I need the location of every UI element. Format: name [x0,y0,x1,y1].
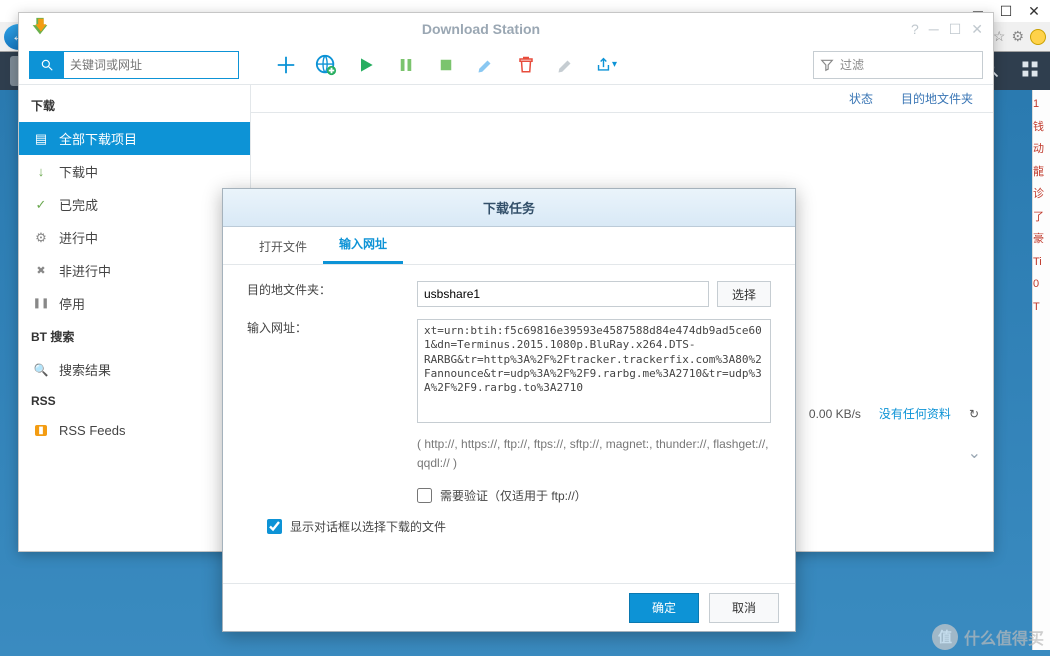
download-task-dialog: 下载任务 打开文件 输入网址 目的地文件夹： 选择 输入网址： xt=urn:b… [222,188,796,632]
close-button[interactable]: ✕ [1020,1,1048,21]
start-button[interactable] [355,54,377,76]
tab-open-file[interactable]: 打开文件 [243,229,323,264]
page-icon: ▤ [33,131,49,147]
sidebar-rss-header: RSS [19,386,250,416]
chevron-down-icon[interactable]: ⌄ [968,443,981,463]
cancel-button[interactable]: 取消 [709,593,779,623]
check-icon [33,197,49,213]
help-button[interactable]: ? [911,21,919,38]
side-text-strip: 1钱动龍诊了豪Ti0T [1032,90,1050,650]
sidebar-bt-header: BT 搜索 [19,320,250,353]
funnel-icon [820,58,834,72]
favorites-icon[interactable]: ☆ [993,28,1006,45]
clear-button[interactable] [555,54,577,76]
auth-label: 需要验证（仅适用于 ftp://） [440,487,587,504]
watermark-icon: 值 [932,624,958,650]
tools-icon[interactable]: ⚙ [1011,28,1024,45]
stop-button[interactable] [435,54,457,76]
add-button[interactable] [275,54,297,76]
sidebar-item-all[interactable]: ▤全部下载项目 [19,122,250,155]
column-headers: 状态 目的地文件夹 [251,85,993,113]
sidebar-item-inactive[interactable]: 非进行中 [19,254,250,287]
window-title: Download Station [51,21,911,37]
status-empty: 没有任何资料 [879,405,951,422]
pause-button[interactable] [395,54,417,76]
search-icon [33,363,49,377]
sidebar: 下载 ▤全部下载项目 下载中 已完成 进行中 非进行中 停用 BT 搜索 搜索结… [19,85,251,551]
url-label: 输入网址： [247,319,417,423]
url-textarea[interactable]: xt=urn:btih:f5c69816e39593e4587588d84e47… [417,319,771,423]
search-box[interactable] [29,51,239,79]
toolbar: ▾ 过滤 [19,45,993,85]
dialog-title: 下载任务 [223,189,795,227]
widgets-icon[interactable] [1020,59,1040,84]
sidebar-item-stopped[interactable]: 停用 [19,287,250,320]
search-input[interactable] [64,58,238,72]
app-logo-icon [29,16,51,43]
window-close-button[interactable]: ✕ [971,21,983,38]
show-dialog-checkbox[interactable] [267,519,282,534]
pause-icon [33,298,49,309]
gear-icon [33,230,49,246]
edit-button[interactable] [475,54,497,76]
window-minimize-button[interactable]: ─ [929,21,939,38]
delete-button[interactable] [515,54,537,76]
url-hint: ( http://, https://, ftp://, ftps://, sf… [417,435,771,473]
gear-cross-icon [33,264,49,277]
auth-checkbox-row[interactable]: 需要验证（仅适用于 ftp://） [417,487,771,504]
sidebar-download-header: 下载 [19,89,250,122]
maximize-button[interactable]: ☐ [992,1,1020,21]
refresh-icon[interactable]: ↻ [969,407,979,421]
rss-icon [33,425,49,436]
auth-checkbox[interactable] [417,488,432,503]
feedback-icon[interactable] [1030,29,1046,45]
tab-enter-url[interactable]: 输入网址 [323,226,403,264]
window-titlebar: Download Station ? ─ ☐ ✕ [19,13,993,45]
col-status[interactable]: 状态 [849,90,873,107]
dest-folder-label: 目的地文件夹： [247,281,417,307]
col-dest[interactable]: 目的地文件夹 [901,90,973,107]
ok-button[interactable]: 确定 [629,593,699,623]
select-folder-button[interactable]: 选择 [717,281,771,307]
window-maximize-button[interactable]: ☐ [949,21,962,38]
sidebar-item-active[interactable]: 进行中 [19,221,250,254]
status-speed: 0.00 KB/s [809,407,861,421]
watermark: 值 什么值得买 [932,624,1044,650]
sidebar-item-rss[interactable]: RSS Feeds [19,416,250,445]
add-url-button[interactable] [315,54,337,76]
sidebar-item-completed[interactable]: 已完成 [19,188,250,221]
sidebar-item-search-results[interactable]: 搜索结果 [19,353,250,386]
show-dialog-label: 显示对话框以选择下载的文件 [290,518,446,535]
share-button[interactable]: ▾ [595,54,617,76]
dialog-tabs: 打开文件 输入网址 [223,227,795,265]
download-icon [33,164,49,179]
dest-folder-input[interactable] [417,281,709,307]
status-bar: 0.00 KB/s 没有任何资料 ↻ [809,405,979,422]
search-icon [30,52,64,78]
filter-box[interactable]: 过滤 [813,51,983,79]
sidebar-item-downloading[interactable]: 下载中 [19,155,250,188]
